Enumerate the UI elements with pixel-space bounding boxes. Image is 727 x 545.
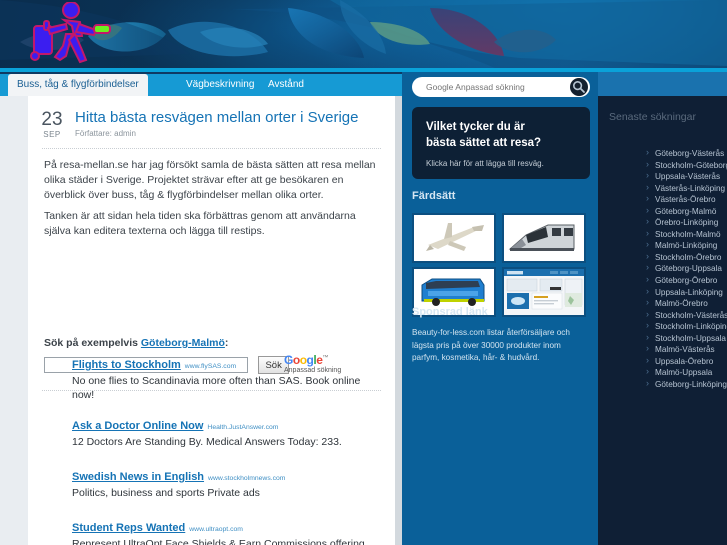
airplane-thumbnail[interactable] bbox=[412, 213, 496, 263]
ad-description: Represent UltraOpt Face Shields & Earn C… bbox=[72, 538, 365, 545]
ad-url: www.stockholmnews.com bbox=[208, 475, 286, 482]
recent-search-item[interactable]: Uppsala-Linköping bbox=[644, 286, 724, 299]
promo-card[interactable]: Vilket tycker du är bästa sättet att res… bbox=[412, 107, 590, 179]
ad-description: No one flies to Scandinavia more often t… bbox=[72, 375, 361, 401]
ad-url: Health.JustAnswer.com bbox=[207, 424, 279, 431]
ad-url: www.ultraopt.com bbox=[189, 526, 243, 533]
site-header bbox=[0, 0, 727, 72]
ad-item: Student Reps Wanted www.ultraopt.com Repr… bbox=[72, 518, 383, 545]
ad-item: Ask a Doctor Online Now Health.JustAnswer… bbox=[72, 416, 383, 449]
post-title[interactable]: Hitta bästa resvägen mellan orter i Sver… bbox=[75, 108, 381, 127]
recent-search-item[interactable]: Göteborg-Uppsala bbox=[644, 263, 724, 275]
post-date-month: SEP bbox=[43, 130, 61, 139]
divider-top bbox=[42, 148, 381, 149]
search-hint-link[interactable]: Göteborg-Malmö bbox=[141, 337, 225, 349]
search-hint-suffix: : bbox=[224, 337, 229, 349]
recent-searches-list: Göteborg-VästeråsStockholm-GöteborgUppsa… bbox=[604, 147, 727, 391]
content-right-edge bbox=[395, 96, 402, 545]
ad-description: Politics, business and sports Private ad… bbox=[72, 487, 260, 499]
travel-modes-heading: Färdsätt bbox=[412, 190, 456, 202]
recent-search-item[interactable]: Malmö-Västerås bbox=[644, 343, 724, 356]
google-search-input[interactable] bbox=[424, 77, 564, 97]
search-hint: Sök på exempelvis Göteborg-Malmö: bbox=[44, 337, 228, 349]
website-screenshot-icon bbox=[504, 269, 585, 315]
search-hint-prefix: Sök på exempelvis bbox=[44, 337, 141, 349]
train-thumbnail[interactable] bbox=[502, 213, 587, 263]
recent-search-item[interactable]: Göteborg-Linköping bbox=[644, 378, 727, 391]
google-search-box bbox=[412, 77, 590, 97]
recent-search-item[interactable]: Stockholm-Uppsala bbox=[644, 332, 726, 345]
main-content: 23 SEP Hitta bästa resvägen mellan orter… bbox=[28, 96, 395, 545]
search-submit-icon[interactable] bbox=[570, 78, 588, 96]
travel-modes-thumbnails bbox=[412, 213, 590, 321]
sponsored-link-text: Beauty-for-less.com listar återförsäljar… bbox=[412, 328, 570, 362]
airplane-icon bbox=[426, 223, 484, 251]
recent-search-item[interactable]: Stockholm-Örebro bbox=[644, 251, 724, 264]
recent-search-item[interactable]: Malmö-Uppsala bbox=[644, 366, 724, 379]
post-date-day: 23 bbox=[41, 109, 63, 130]
ads-block: Flights to Stockholm www.flySAS.com No on… bbox=[72, 355, 383, 545]
sponsored-link-heading: Sponsrad länk bbox=[412, 306, 488, 318]
tab-vagbeskrivning[interactable]: Vägbeskrivning bbox=[186, 74, 254, 96]
recent-search-item[interactable]: Malmö-Örebro bbox=[644, 297, 724, 310]
magnifier-icon bbox=[572, 80, 585, 93]
post-paragraph-2: Tanken är att sidan hela tiden ska förbä… bbox=[44, 210, 356, 237]
recent-search-item[interactable]: Göteborg-Örebro bbox=[644, 274, 724, 287]
recent-search-item[interactable]: Örebro-Linköping bbox=[644, 216, 724, 229]
recent-search-item[interactable]: Uppsala-Örebro bbox=[644, 355, 724, 368]
ad-description: 12 Doctors Are Standing By. Medical Answ… bbox=[72, 436, 342, 448]
promo-line-2: bästa sättet att resa? bbox=[426, 137, 542, 149]
page-root: Buss, tåg & flygförbindelser Vägbeskrivn… bbox=[0, 0, 727, 545]
recent-search-item[interactable]: Västerås-Örebro bbox=[644, 193, 724, 206]
recent-searches-heading: Senaste sökningar bbox=[609, 111, 696, 123]
site-logo[interactable] bbox=[22, 2, 134, 68]
recent-search-item[interactable]: Malmö-Linköping bbox=[644, 239, 724, 252]
recent-search-item[interactable]: Göteborg-Västerås bbox=[644, 147, 724, 160]
tab-buss-tag-flyg[interactable]: Buss, tåg & flygförbindelser bbox=[8, 74, 148, 96]
post-paragraph-1: På resa-mellan.se har jag försökt samla … bbox=[44, 159, 376, 201]
tab-avstand[interactable]: Avstånd bbox=[268, 74, 304, 96]
right-sidebar: Senaste sökningar Göteborg-VästeråsStock… bbox=[598, 96, 727, 545]
post-date-badge: 23 SEP bbox=[30, 109, 74, 140]
promo-line-1: Vilket tycker du är bbox=[426, 121, 525, 133]
post-author: Författare: admin bbox=[75, 129, 136, 138]
ad-title[interactable]: Flights to Stockholm bbox=[72, 359, 181, 371]
website-thumbnail[interactable] bbox=[502, 267, 587, 317]
recent-search-item[interactable]: Stockholm-Linköping bbox=[644, 320, 727, 333]
left-gutter bbox=[0, 96, 28, 545]
ad-title[interactable]: Student Reps Wanted bbox=[72, 522, 185, 534]
recent-search-item[interactable]: Stockholm-Västerås bbox=[644, 309, 727, 322]
right-sidebar-top-strip bbox=[598, 72, 727, 96]
ad-title[interactable]: Swedish News in English bbox=[72, 471, 204, 483]
recent-search-item[interactable]: Göteborg-Malmö bbox=[644, 205, 724, 218]
recent-search-item[interactable]: Stockholm-Göteborg bbox=[644, 159, 727, 172]
promo-subtext: Klicka här för att lägga till resväg. bbox=[426, 159, 544, 168]
ad-item: Flights to Stockholm www.flySAS.com No on… bbox=[72, 355, 383, 402]
ad-title[interactable]: Ask a Doctor Online Now bbox=[72, 420, 203, 432]
ad-url: www.flySAS.com bbox=[184, 363, 237, 370]
recent-search-item[interactable]: Uppsala-Västerås bbox=[644, 170, 724, 183]
train-icon bbox=[509, 224, 575, 251]
recent-search-item[interactable]: Västerås-Linköping bbox=[644, 182, 725, 195]
ad-item: Swedish News in English www.stockholmnews… bbox=[72, 467, 383, 500]
middle-sidebar: Vilket tycker du är bästa sättet att res… bbox=[402, 72, 598, 545]
recent-search-item[interactable]: Stockholm-Malmö bbox=[644, 228, 724, 241]
